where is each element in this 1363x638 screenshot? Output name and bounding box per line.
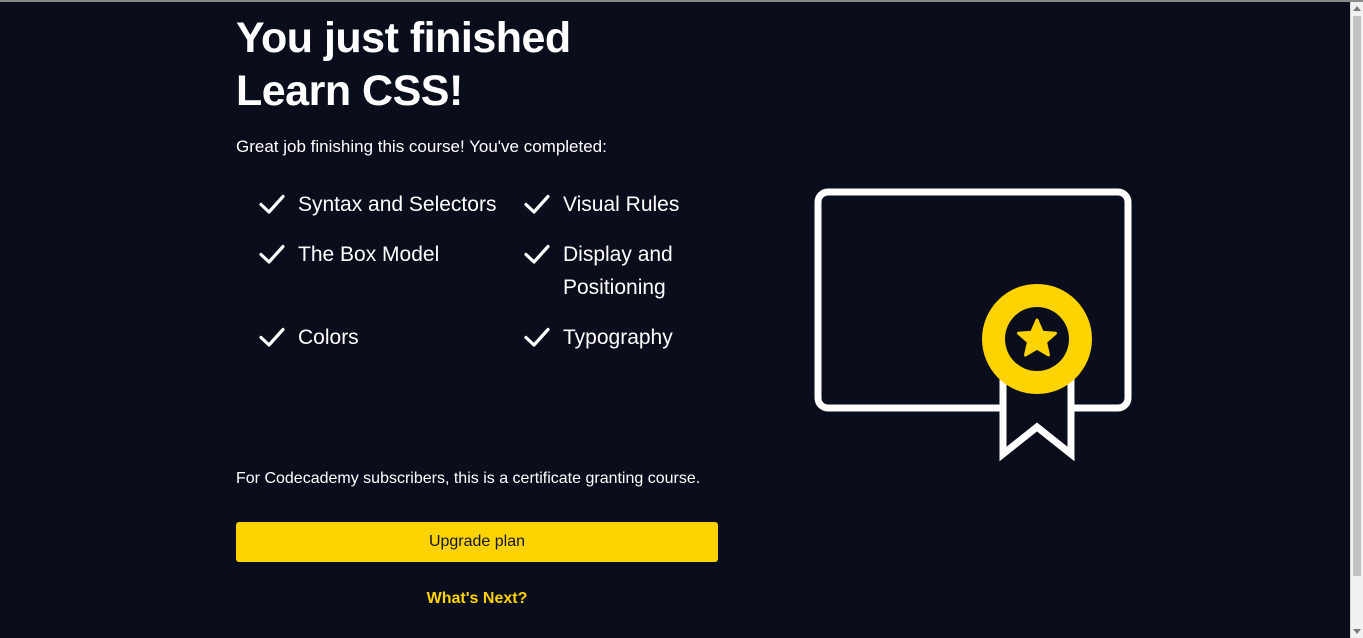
checkmark-icon (258, 321, 286, 354)
checkmark-icon (523, 238, 551, 271)
topic-label: The Box Model (298, 243, 440, 266)
completed-topics-list: Syntax and Selectors Visual Rules The Bo… (258, 188, 728, 354)
topic-item: Typography (523, 321, 728, 354)
scroll-down-arrow-icon[interactable] (1353, 629, 1361, 634)
title-line-1: You just finished (236, 14, 571, 62)
topic-label: Visual Rules (563, 193, 680, 216)
topic-label: Colors (298, 326, 359, 349)
scroll-up-arrow-icon[interactable] (1353, 6, 1361, 11)
completion-intro: Great job finishing this course! You've … (236, 137, 607, 156)
topic-item: The Box Model (258, 238, 523, 304)
topic-label: Typography (563, 326, 673, 349)
topic-item: Visual Rules (523, 188, 728, 221)
course-completion-page: You just finished Learn CSS! Great job f… (0, 2, 1350, 638)
upgrade-plan-button[interactable]: Upgrade plan (236, 522, 718, 562)
vertical-scrollbar[interactable] (1350, 2, 1363, 638)
certificate-frame (814, 188, 1132, 412)
page-title: You just finished Learn CSS! (236, 12, 571, 118)
checkmark-icon (258, 238, 286, 271)
title-line-2: Learn CSS! (236, 67, 463, 115)
topic-item: Display and Positioning (523, 238, 728, 304)
scrollbar-thumb[interactable] (1353, 16, 1361, 576)
checkmark-icon (523, 321, 551, 354)
checkmark-icon (258, 188, 286, 221)
topic-item: Colors (258, 321, 523, 354)
whats-next-link[interactable]: What's Next? (236, 588, 718, 610)
subscriber-note: For Codecademy subscribers, this is a ce… (236, 470, 701, 487)
certificate-icon (814, 188, 1132, 462)
topic-label: Display and Positioning (563, 243, 673, 299)
topic-label: Syntax and Selectors (298, 193, 497, 216)
checkmark-icon (523, 188, 551, 221)
topic-item: Syntax and Selectors (258, 188, 523, 221)
